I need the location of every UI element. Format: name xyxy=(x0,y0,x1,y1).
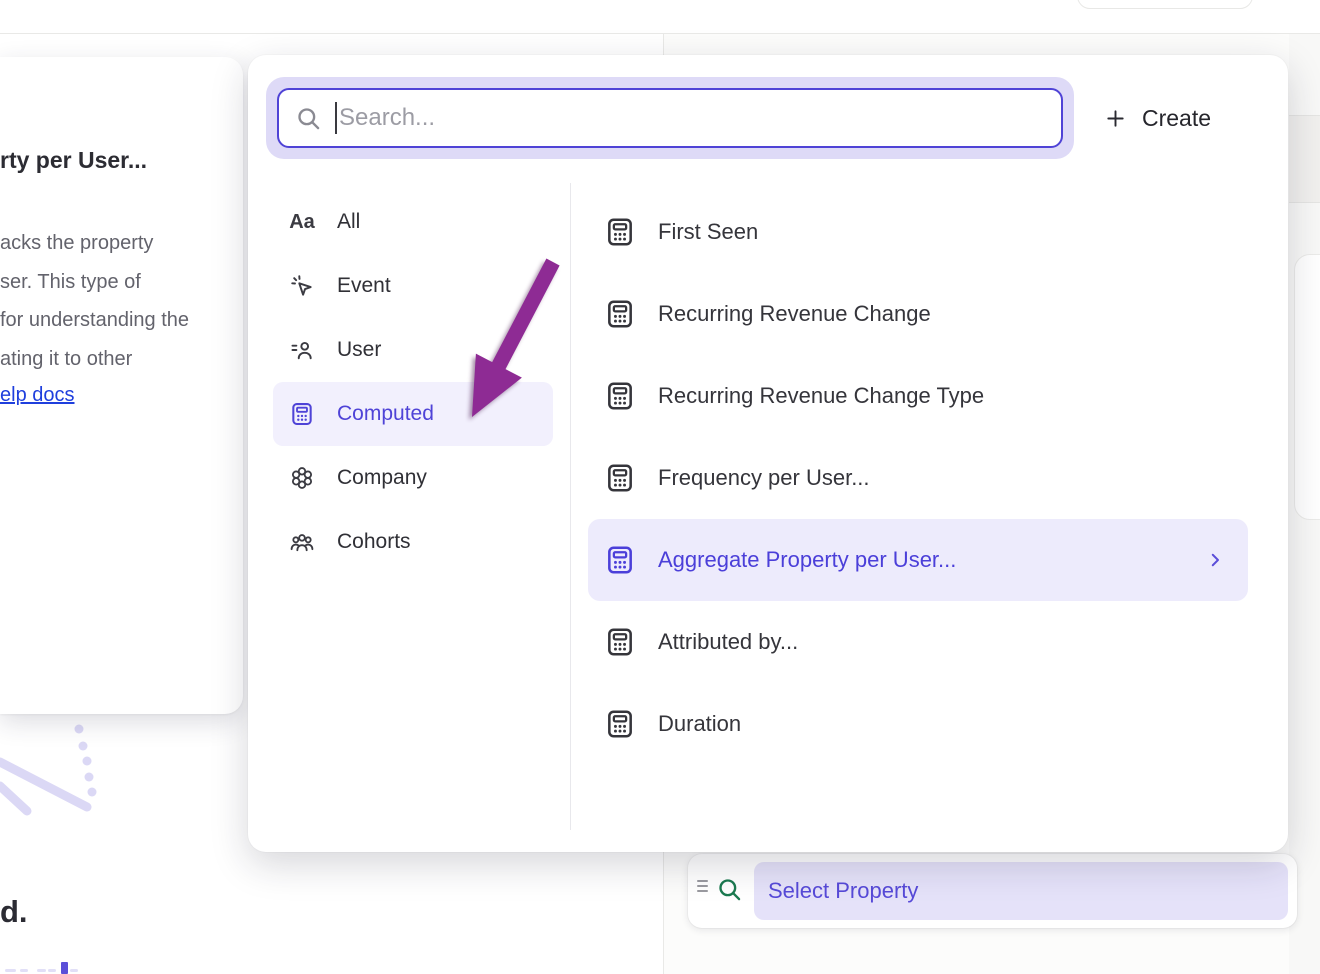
sidebar-item-cohorts[interactable]: Cohorts xyxy=(273,510,553,574)
user-icon xyxy=(289,337,315,363)
tooltip-description-line: ser. This type of xyxy=(0,263,189,302)
property-item-label: First Seen xyxy=(658,219,758,245)
sidebar-item-event[interactable]: Event xyxy=(273,254,553,318)
select-property-button[interactable]: Select Property xyxy=(754,862,1288,920)
calculator-icon xyxy=(604,380,636,412)
decorative-line-illustration xyxy=(0,715,130,825)
tooltip-description-line: acks the property xyxy=(0,224,189,263)
property-item[interactable]: Duration xyxy=(588,683,1248,765)
sidebar-item-label: Cohorts xyxy=(337,530,411,554)
property-item[interactable]: Aggregate Property per User... xyxy=(588,519,1248,601)
search-placeholder: Search... xyxy=(339,104,435,132)
search-focus-ring: Search... xyxy=(266,77,1074,159)
property-item-label: Recurring Revenue Change xyxy=(658,301,931,327)
property-item[interactable]: Recurring Revenue Change Type xyxy=(588,355,1248,437)
modal-column-divider xyxy=(570,183,571,830)
cutoff-text-mark xyxy=(61,962,68,974)
sidebar-item-label: All xyxy=(337,210,360,234)
background-right-band xyxy=(1289,115,1320,203)
cohorts-icon xyxy=(289,529,315,555)
property-item-label: Duration xyxy=(658,711,741,737)
calculator-icon xyxy=(604,544,636,576)
property-search-icon xyxy=(716,876,743,903)
background-card-edge xyxy=(1294,254,1320,520)
cutoff-text-mark xyxy=(37,969,46,972)
text-cursor xyxy=(335,102,337,134)
cutoff-text-mark xyxy=(5,969,16,972)
property-selector-modal: Search... Create Aa All Event User Computed C… xyxy=(248,55,1288,852)
sidebar-item-label: Company xyxy=(337,466,427,490)
property-item[interactable]: Attributed by... xyxy=(588,601,1248,683)
property-item[interactable]: First Seen xyxy=(588,191,1248,273)
calculator-icon xyxy=(604,298,636,330)
create-button-label: Create xyxy=(1142,105,1211,132)
search-icon xyxy=(295,105,322,132)
event-icon xyxy=(289,273,315,299)
tooltip-description-line: for understanding the xyxy=(0,301,189,340)
property-list: First Seen Recurring Revenue Change Recurr… xyxy=(588,191,1248,765)
background-heading-fragment: d. xyxy=(0,894,28,930)
select-property-label: Select Property xyxy=(768,878,918,904)
plus-icon xyxy=(1104,107,1127,130)
property-item-label: Frequency per User... xyxy=(658,465,870,491)
sidebar-item-label: Computed xyxy=(337,402,434,426)
property-item-label: Recurring Revenue Change Type xyxy=(658,383,984,409)
sidebar-item-computed[interactable]: Computed xyxy=(273,382,553,446)
aa-icon: Aa xyxy=(289,209,315,235)
drag-handle-icon[interactable] xyxy=(697,880,709,900)
cutoff-text-mark xyxy=(70,969,78,972)
property-item-label: Attributed by... xyxy=(658,629,798,655)
property-tooltip-card: rty per User... acks the propertyser. Th… xyxy=(0,57,243,714)
background-top-pill xyxy=(1077,0,1253,9)
company-icon xyxy=(289,465,315,491)
calculator-icon xyxy=(604,216,636,248)
calculator-icon xyxy=(604,626,636,658)
tooltip-description: acks the propertyser. This type offor un… xyxy=(0,224,189,378)
cutoff-text-mark xyxy=(20,969,28,972)
create-button[interactable]: Create xyxy=(1104,96,1211,140)
calculator-icon xyxy=(604,708,636,740)
property-item[interactable]: Recurring Revenue Change xyxy=(588,273,1248,355)
calculator-icon xyxy=(604,462,636,494)
property-item-label: Aggregate Property per User... xyxy=(658,547,956,573)
sidebar-item-company[interactable]: Company xyxy=(273,446,553,510)
chevron-right-icon xyxy=(1206,551,1224,569)
sidebar-item-all[interactable]: Aa All xyxy=(273,190,553,254)
search-input[interactable]: Search... xyxy=(277,88,1063,148)
sidebar-item-user[interactable]: User xyxy=(273,318,553,382)
tooltip-title: rty per User... xyxy=(0,147,147,174)
help-docs-link[interactable]: elp docs xyxy=(0,384,75,407)
property-item[interactable]: Frequency per User... xyxy=(588,437,1248,519)
sidebar-item-label: User xyxy=(337,338,381,362)
tooltip-description-line: ating it to other xyxy=(0,340,189,379)
sidebar-item-label: Event xyxy=(337,274,391,298)
select-property-card: Select Property xyxy=(688,854,1297,928)
category-sidebar: Aa All Event User Computed Company Cohorts xyxy=(273,190,553,574)
calculator-icon xyxy=(289,401,315,427)
cutoff-text-mark xyxy=(48,969,56,972)
